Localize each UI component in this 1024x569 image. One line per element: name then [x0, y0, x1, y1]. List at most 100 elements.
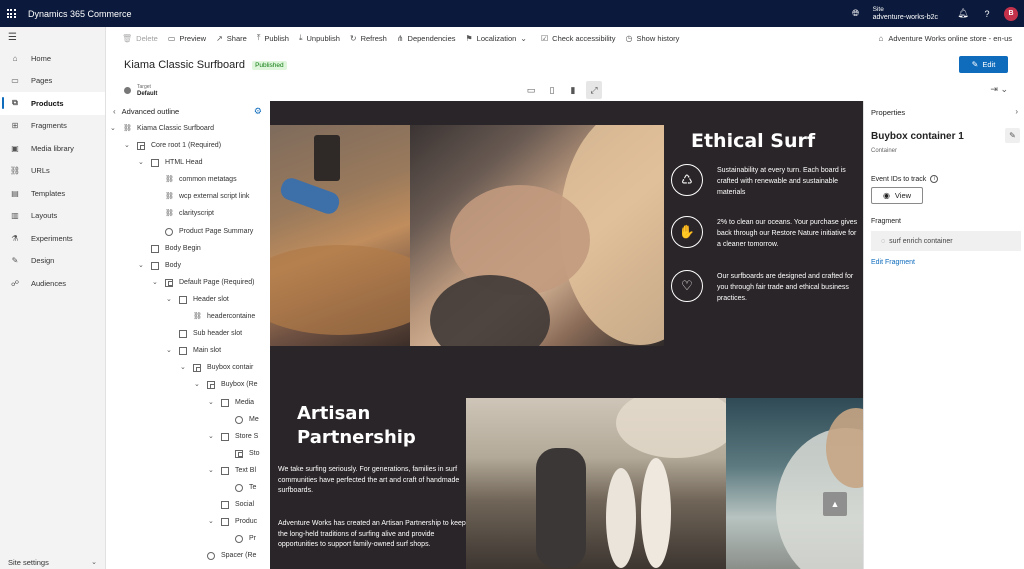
outline-row[interactable]: ⛓ common metatags: [107, 172, 270, 189]
outline-row[interactable]: ⌄ Produc: [107, 514, 270, 531]
sidebar-item-media-library[interactable]: ▣ Media library: [0, 137, 105, 160]
sidebar-item-products[interactable]: ⧉ Products: [0, 92, 105, 115]
chevron-down-icon[interactable]: ⌄: [152, 278, 160, 286]
bell-icon[interactable]: 🔔︎: [956, 7, 970, 21]
gear-icon[interactable]: ⚙: [254, 106, 262, 117]
target-selector[interactable]: Target Default: [124, 84, 157, 97]
outline-row[interactable]: Social: [107, 497, 270, 514]
chevron-down-icon[interactable]: ⌄: [208, 432, 216, 440]
page-canvas[interactable]: Ethical Surf ♺ Sustainability at every tu…: [270, 101, 863, 569]
chevron-down-icon[interactable]: ⌄: [208, 517, 216, 525]
slot-icon: [221, 501, 229, 510]
chevron-down-icon[interactable]: ⌄: [180, 363, 188, 371]
sidebar-item-fragments[interactable]: ⊞ Fragments: [0, 115, 105, 138]
outline-row-label: Me: [249, 415, 259, 423]
outline-row[interactable]: Pr: [107, 531, 270, 548]
outline-row-label: Main slot: [193, 347, 222, 355]
edit-button[interactable]: ✎ Edit: [959, 56, 1008, 73]
outline-row[interactable]: Me: [107, 412, 270, 429]
app-title[interactable]: Dynamics 365 Commerce: [28, 9, 132, 19]
fragment-field[interactable]: ◌ surf enrich container: [871, 231, 1021, 251]
ethical-feature-text: Our surfboards are designed and crafted …: [717, 273, 854, 302]
outline-row[interactable]: ⌄ Buybox (Re: [107, 377, 270, 394]
outline-row[interactable]: ⛓ headercontaine: [107, 309, 270, 326]
unpublish-button[interactable]: ⤓ Unpublish: [299, 33, 340, 43]
laptop-view-icon[interactable]: ▭: [523, 81, 539, 99]
site-settings[interactable]: Site settings ⌄: [0, 555, 105, 569]
sidebar-item-urls[interactable]: ⛓ URLs: [0, 160, 105, 183]
slot-icon: [151, 159, 159, 168]
app-launcher-icon[interactable]: [0, 0, 22, 27]
outline-row[interactable]: ⌄ Core root 1 (Required): [107, 138, 270, 155]
chevron-down-icon[interactable]: ⌄: [166, 295, 174, 303]
avatar[interactable]: B: [1004, 6, 1018, 21]
info-icon[interactable]: i: [930, 175, 939, 183]
show-history-button[interactable]: ◷ Show history: [626, 34, 680, 43]
chevron-right-icon[interactable]: ›: [1015, 107, 1018, 116]
top-bar: Dynamics 365 Commerce 🌐︎ Site adventure-…: [0, 0, 1024, 27]
chevron-down-icon[interactable]: ⌄: [208, 398, 216, 406]
outline-row[interactable]: Sto: [107, 446, 270, 463]
chevron-left-icon[interactable]: ‹: [113, 107, 116, 116]
outline-row[interactable]: ⌄ Store S: [107, 429, 270, 446]
chevron-down-icon[interactable]: ⌄: [138, 261, 146, 269]
outline-row[interactable]: Body Begin: [107, 241, 270, 258]
localization-button[interactable]: ⚑ Localization ⌄: [466, 34, 531, 43]
sidebar-item-design[interactable]: ✎ Design: [0, 250, 105, 273]
scroll-to-top-button[interactable]: ▲: [823, 492, 847, 516]
rename-button[interactable]: ✎: [1005, 128, 1020, 143]
chevron-down-icon[interactable]: ⌄: [194, 380, 202, 388]
outline-row[interactable]: ⌄ Default Page (Required): [107, 275, 270, 292]
sidebar-item-audiences[interactable]: ☍ Audiences: [0, 272, 105, 295]
outline-row[interactable]: Sub header slot: [107, 326, 270, 343]
outline-row[interactable]: ⛓ wcp external script link: [107, 189, 270, 206]
outline-row[interactable]: ⛓ clarityscript: [107, 206, 270, 223]
outline-row[interactable]: ⌄ ⛓ Kiama Classic Surfboard: [107, 121, 270, 138]
sidebar-item-experiments[interactable]: ⚗ Experiments: [0, 227, 105, 250]
outline-row[interactable]: ⌄ Text Bl: [107, 463, 270, 480]
globe-icon[interactable]: 🌐︎: [849, 7, 863, 21]
outline-row[interactable]: ⌄ HTML Head: [107, 155, 270, 172]
localization-label: Localization: [476, 33, 517, 43]
outline-row-label: wcp external script link: [179, 193, 250, 201]
outline-row[interactable]: Spacer (Re: [107, 548, 270, 565]
outline-row[interactable]: Product Page Summary: [107, 224, 270, 241]
chevron-down-icon[interactable]: ⌄: [138, 158, 146, 166]
dependencies-button[interactable]: ⋔ Dependencies: [397, 34, 456, 43]
site-picker[interactable]: Site adventure-works-b2c: [873, 6, 938, 22]
help-icon[interactable]: ?: [980, 7, 994, 21]
outline-row[interactable]: Te: [107, 480, 270, 497]
outline-row[interactable]: ⌄ Media: [107, 395, 270, 412]
export-dropdown-icon[interactable]: ⇥ ⌄: [990, 84, 1008, 95]
sidebar-item-layouts[interactable]: ▥ Layouts: [0, 205, 105, 228]
sidebar-item-pages[interactable]: ▭ Pages: [0, 70, 105, 93]
preview-button[interactable]: ▭ Preview: [168, 34, 206, 43]
share-button[interactable]: ↗ Share: [216, 34, 247, 43]
store-selector[interactable]: ⌂ Adventure Works online store - en-us: [878, 27, 1012, 49]
tablet-view-icon[interactable]: ▯: [544, 81, 560, 99]
ethical-feature: ♡ Our surfboards are designed and crafted…: [671, 270, 861, 310]
delete-button[interactable]: 🗑︎ Delete: [122, 34, 158, 43]
mobile-view-icon[interactable]: ▮: [565, 81, 581, 99]
outline-row[interactable]: ⌄ Main slot: [107, 343, 270, 360]
hamburger-icon[interactable]: ☰: [0, 27, 105, 47]
left-nav: ☰ ⌂ Home ▭ Pages ⧉ Products ⊞ Fragments ▣ Media l…: [0, 27, 106, 569]
outline-row[interactable]: ⌄ Header slot: [107, 292, 270, 309]
sidebar-item-templates[interactable]: ▤ Templates: [0, 182, 105, 205]
fullscreen-icon[interactable]: ⤢: [586, 81, 602, 99]
view-events-button[interactable]: ◉ View: [871, 187, 923, 204]
container-icon: [207, 381, 215, 390]
chevron-down-icon[interactable]: ⌄: [124, 141, 132, 149]
outline-row[interactable]: ⌄ Buybox contair: [107, 360, 270, 377]
upload-icon: ⤒: [256, 33, 261, 42]
outline-row[interactable]: ⌄ Body: [107, 258, 270, 275]
edit-fragment-link[interactable]: Edit Fragment: [871, 259, 915, 266]
refresh-button[interactable]: ↻ Refresh: [350, 34, 387, 43]
publish-button[interactable]: ⤒ Publish: [257, 33, 289, 43]
sidebar-item-home[interactable]: ⌂ Home: [0, 47, 105, 70]
chevron-down-icon[interactable]: ⌄: [110, 124, 118, 132]
chevron-down-icon[interactable]: ⌄: [166, 346, 174, 354]
chevron-down-icon[interactable]: ⌄: [208, 466, 216, 474]
check-accessibility-button[interactable]: ☑ Check accessibility: [541, 34, 616, 43]
outline-row-label: Sto: [249, 449, 260, 457]
